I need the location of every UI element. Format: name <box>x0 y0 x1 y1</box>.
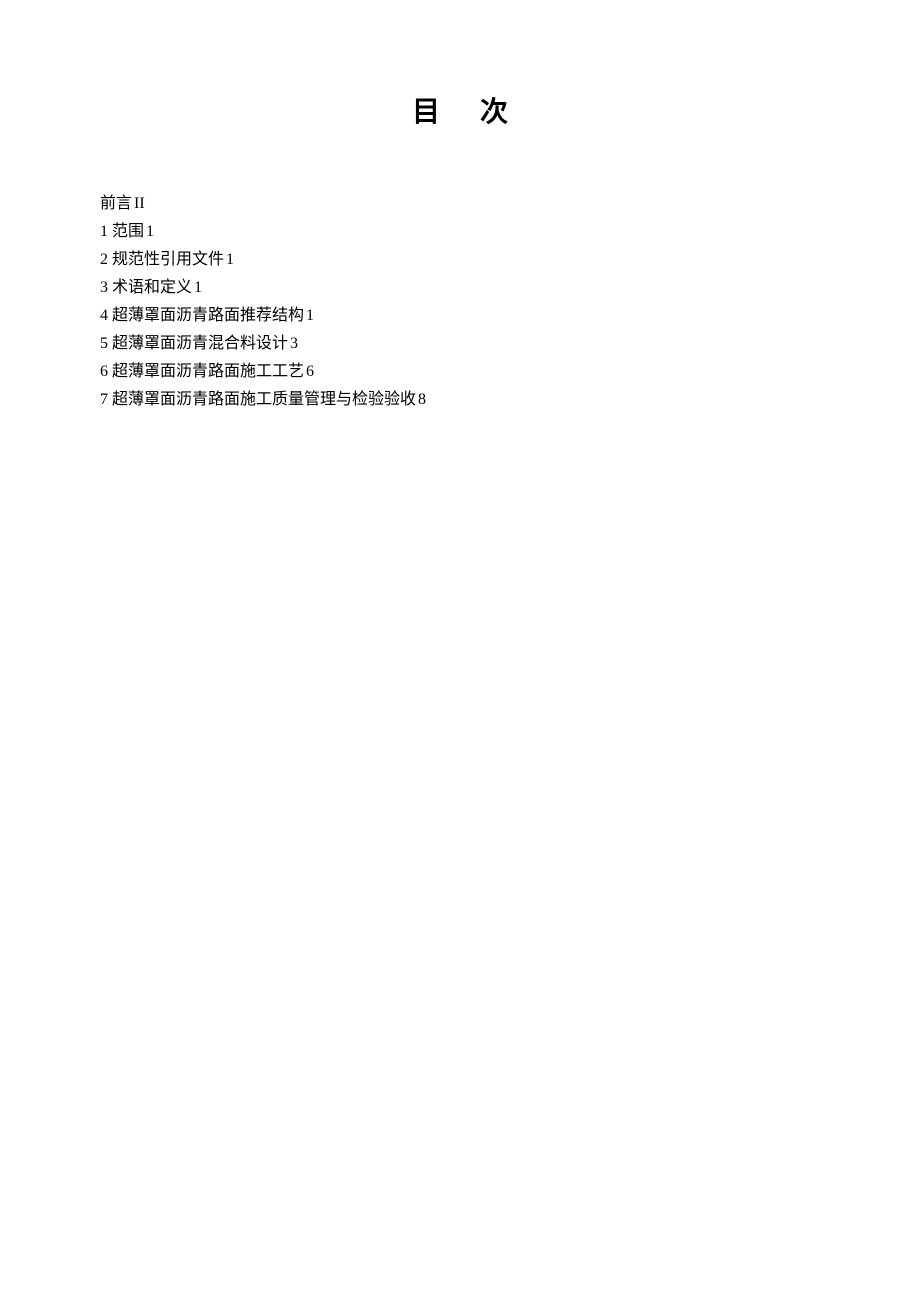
toc-item: 4 超薄罩面沥青路面推荐结构1 <box>100 302 820 330</box>
toc-item: 7 超薄罩面沥青路面施工质量管理与检验验收8 <box>100 386 820 414</box>
toc-title: 目次 <box>100 90 820 130</box>
toc-item-label: 2 规范性引用文件 <box>100 251 224 268</box>
toc-item: 6 超薄罩面沥青路面施工工艺6 <box>100 358 820 386</box>
toc-item: 5 超薄罩面沥青混合料设计3 <box>100 330 820 358</box>
toc-item-page: 3 <box>290 335 298 352</box>
toc-item-label: 前言 <box>100 195 132 212</box>
toc-item-label: 4 超薄罩面沥青路面推荐结构 <box>100 307 304 324</box>
toc-item: 2 规范性引用文件1 <box>100 246 820 274</box>
toc-item-page: II <box>134 195 145 212</box>
toc-item: 1 范围1 <box>100 218 820 246</box>
toc-item-page: 8 <box>418 391 426 408</box>
toc-item-page: 1 <box>194 279 202 296</box>
toc-item-label: 7 超薄罩面沥青路面施工质量管理与检验验收 <box>100 391 416 408</box>
toc-item-label: 3 术语和定义 <box>100 279 192 296</box>
toc-item-page: 1 <box>226 251 234 268</box>
toc-item-label: 6 超薄罩面沥青路面施工工艺 <box>100 363 304 380</box>
toc-item: 前言II <box>100 190 820 218</box>
toc-item-page: 6 <box>306 363 314 380</box>
toc-item-page: 1 <box>306 307 314 324</box>
toc-item-label: 1 范围 <box>100 223 144 240</box>
document-page: 目次 前言II 1 范围1 2 规范性引用文件1 3 术语和定义1 4 超薄罩面… <box>0 0 920 414</box>
toc-item: 3 术语和定义1 <box>100 274 820 302</box>
toc-list: 前言II 1 范围1 2 规范性引用文件1 3 术语和定义1 4 超薄罩面沥青路… <box>100 190 820 414</box>
toc-item-page: 1 <box>146 223 154 240</box>
toc-item-label: 5 超薄罩面沥青混合料设计 <box>100 335 288 352</box>
